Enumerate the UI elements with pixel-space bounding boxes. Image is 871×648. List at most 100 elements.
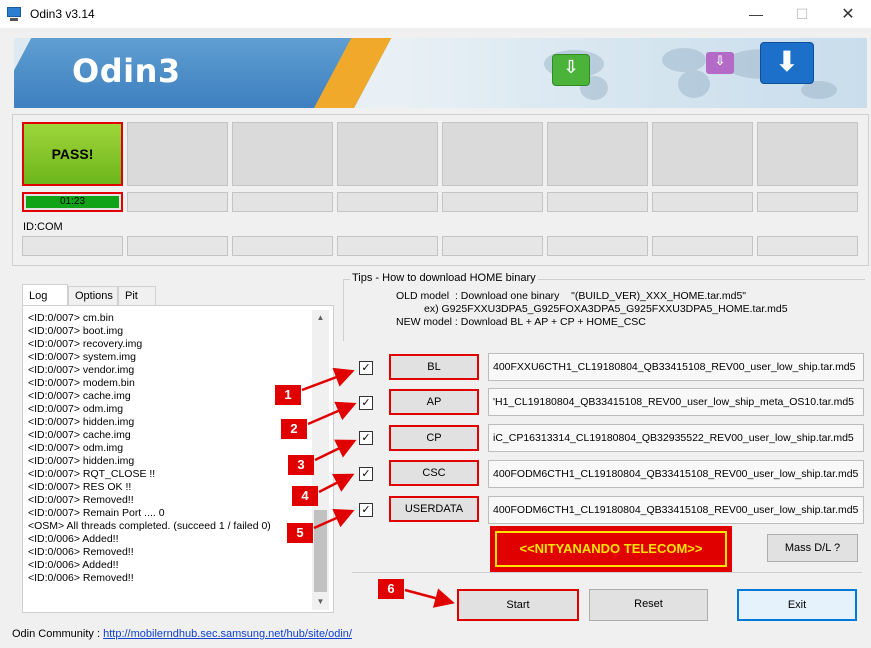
log-line: <ID:0/007> cm.bin <box>28 312 114 324</box>
port-5-status <box>442 122 543 186</box>
port-4-status <box>337 122 438 186</box>
bl-button[interactable]: BL <box>389 354 479 380</box>
port-3-progress <box>232 192 333 212</box>
step-marker-1: 1 <box>275 385 301 405</box>
download-purple-icon: ⇩ <box>706 52 734 74</box>
log-line: <ID:0/006> Added!! <box>28 559 119 571</box>
log-line: <ID:0/007> system.img <box>28 351 136 363</box>
log-line: <ID:0/006> Added!! <box>28 533 119 545</box>
odin-banner: Odin3 ⇩ ⇩ ⬇ <box>14 38 867 108</box>
community-label: Odin Community : <box>12 628 104 640</box>
minimize-button[interactable]: — <box>733 0 779 28</box>
port-7-progress <box>652 192 753 212</box>
log-line: <ID:0/007> RES OK !! <box>28 481 132 493</box>
com-port-7 <box>652 236 753 256</box>
csc-button[interactable]: CSC <box>389 460 479 486</box>
exit-button[interactable]: Exit <box>737 589 857 621</box>
port-8-status <box>757 122 858 186</box>
community-footer: Odin Community : http://mobilerndhub.sec… <box>12 628 352 640</box>
com-port-5 <box>442 236 543 256</box>
log-line: <ID:0/007> cache.img <box>28 429 131 441</box>
ap-checkbox[interactable]: ✓ <box>359 396 373 410</box>
cp-button[interactable]: CP <box>389 425 479 451</box>
reset-button[interactable]: Reset <box>589 589 708 621</box>
csc-file-path[interactable]: 400FODM6CTH1_CL19180804_QB33415108_REV00… <box>488 460 864 488</box>
cp-file-path[interactable]: iC_CP16313314_CL19180804_QB32935522_REV0… <box>488 424 864 452</box>
com-port-3 <box>232 236 333 256</box>
tips-title: Tips - How to download HOME binary <box>350 272 538 284</box>
left-tab-strip: Log Options Pit <box>22 284 156 306</box>
actions-separator <box>352 572 862 573</box>
maximize-button[interactable]: ☐ <box>779 0 825 28</box>
csc-checkbox[interactable]: ✓ <box>359 467 373 481</box>
com-port-1 <box>22 236 123 256</box>
log-line: <OSM> All threads completed. (succeed 1 … <box>28 520 271 532</box>
userdata-button[interactable]: USERDATA <box>389 496 479 522</box>
com-port-6 <box>547 236 648 256</box>
com-port-4 <box>337 236 438 256</box>
scroll-up-icon[interactable]: ▲ <box>312 310 329 326</box>
tips-line-3: NEW model : Download BL + AP + CP + HOME… <box>396 316 646 328</box>
mass-dl-button[interactable]: Mass D/L ? <box>767 534 858 562</box>
port-2-status <box>127 122 228 186</box>
log-line: <ID:0/007> cache.img <box>28 390 131 402</box>
download-blue-icon: ⬇ <box>760 42 814 84</box>
step-marker-3: 3 <box>288 455 314 475</box>
log-line: <ID:0/007> odm.img <box>28 442 124 454</box>
tab-pit[interactable]: Pit <box>118 286 156 306</box>
com-port-2 <box>127 236 228 256</box>
tips-line-2: ex) G925FXXU3DPA5_G925FOXA3DPA5_G925FXXU… <box>424 303 788 315</box>
title-bar: Odin3 v3.14 — ☐ ✕ <box>0 0 871 28</box>
step-marker-2: 2 <box>281 419 307 439</box>
bl-checkbox[interactable]: ✓ <box>359 361 373 375</box>
port-1-progress: 01:23 <box>22 192 123 212</box>
bl-file-path[interactable]: 400FXXU6CTH1_CL19180804_QB33415108_REV00… <box>488 353 864 381</box>
userdata-file-path[interactable]: 400FODM6CTH1_CL19180804_QB33415108_REV00… <box>488 496 864 524</box>
cp-checkbox[interactable]: ✓ <box>359 431 373 445</box>
tab-log[interactable]: Log <box>22 284 68 306</box>
port-5-progress <box>442 192 543 212</box>
port-6-status <box>547 122 648 186</box>
log-line: <ID:0/007> hidden.img <box>28 455 135 467</box>
port-6-progress <box>547 192 648 212</box>
log-line: <ID:0/007> odm.img <box>28 403 124 415</box>
telecom-watermark: <<NITYANANDO TELECOM>> <box>490 526 732 572</box>
log-line: <ID:0/007> vendor.img <box>28 364 135 376</box>
com-port-8 <box>757 236 858 256</box>
port-2-progress <box>127 192 228 212</box>
log-line: <ID:0/007> Remain Port .... 0 <box>28 507 165 519</box>
tab-options[interactable]: Options <box>68 286 118 306</box>
scroll-down-icon[interactable]: ▼ <box>312 594 329 610</box>
log-line: <ID:0/006> Removed!! <box>28 572 134 584</box>
download-green-icon: ⇩ <box>552 54 590 86</box>
log-text: <ID:0/007> cm.bin <ID:0/007> boot.img <ID:… <box>28 312 310 608</box>
odin-app-icon <box>6 6 22 22</box>
log-line: <ID:0/007> RQT_CLOSE !! <box>28 468 156 480</box>
step-marker-4: 4 <box>292 486 318 506</box>
port-8-progress <box>757 192 858 212</box>
community-link[interactable]: http://mobilerndhub.sec.samsung.net/hub/… <box>103 628 352 640</box>
log-scrollbar[interactable]: ▲ ▼ <box>312 310 329 610</box>
close-button[interactable]: ✕ <box>825 0 871 28</box>
id-com-label: ID:COM <box>23 221 63 233</box>
start-button[interactable]: Start <box>457 589 579 621</box>
log-line: <ID:0/007> modem.bin <box>28 377 135 389</box>
log-line: <ID:0/006> Removed!! <box>28 546 134 558</box>
userdata-checkbox[interactable]: ✓ <box>359 503 373 517</box>
ap-button[interactable]: AP <box>389 389 479 415</box>
scroll-thumb[interactable] <box>314 510 327 592</box>
port-3-status <box>232 122 333 186</box>
tips-line-1: OLD model : Download one binary "(BUILD_… <box>396 290 747 302</box>
port-status-area: PASS! 01:23 ID:COM <box>12 114 869 266</box>
step-marker-6: 6 <box>378 579 404 599</box>
arrow-6 <box>404 588 455 608</box>
tips-box: Tips - How to download HOME binary OLD m… <box>343 272 865 341</box>
odin-logo: Odin3 <box>72 52 181 90</box>
port-4-progress <box>337 192 438 212</box>
telecom-watermark-text: <<NITYANANDO TELECOM>> <box>495 531 727 567</box>
window-title: Odin3 v3.14 <box>30 7 95 21</box>
port-1-status: PASS! <box>22 122 123 186</box>
log-line: <ID:0/007> recovery.img <box>28 338 143 350</box>
ap-file-path[interactable]: 'H1_CL19180804_QB33415108_REV00_user_low… <box>488 388 864 416</box>
log-line: <ID:0/007> Removed!! <box>28 494 134 506</box>
